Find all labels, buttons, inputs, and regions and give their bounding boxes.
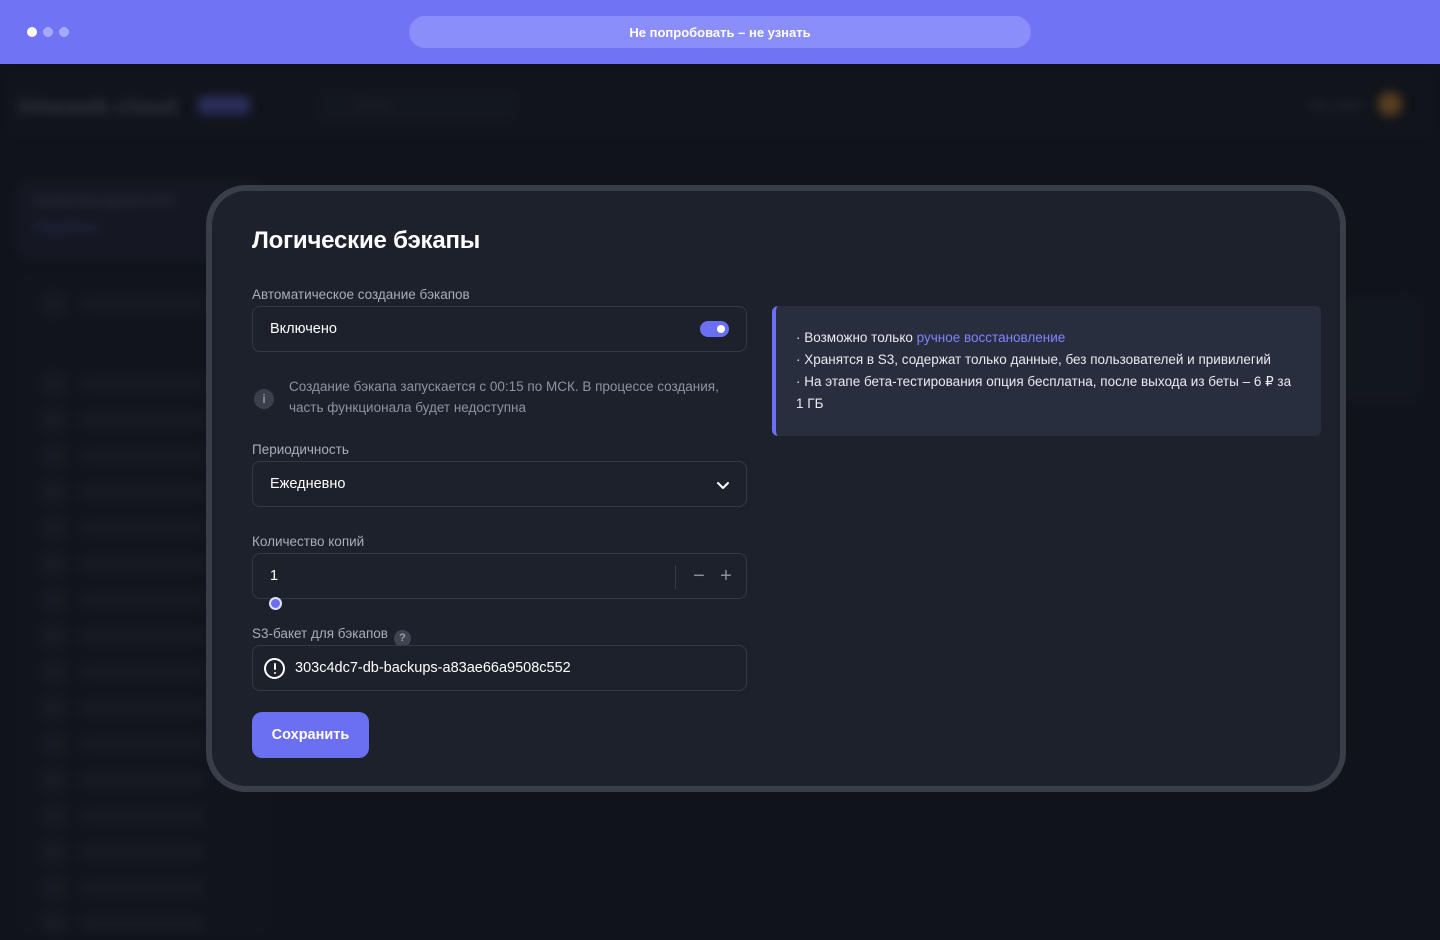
modal-frame: Логические бэкапы Автоматическое создани… bbox=[206, 185, 1346, 792]
window-dot-icon[interactable] bbox=[59, 27, 69, 37]
toggle-knob bbox=[717, 325, 725, 333]
bucket-label-text: S3-бакет для бэкапов bbox=[252, 626, 388, 641]
address-bar[interactable]: Не попробовать – не узнать bbox=[409, 16, 1031, 48]
window-dot-icon[interactable] bbox=[27, 27, 37, 37]
note-line: · Хранятся в S3, содержат только данные,… bbox=[796, 352, 1271, 367]
pointer-indicator bbox=[269, 597, 282, 610]
warning-circle-icon bbox=[264, 658, 285, 679]
bucket-value: 303c4dc7-db-backups-a83ae66a9508c552 bbox=[295, 660, 571, 676]
modal-title: Логические бэкапы bbox=[252, 227, 481, 254]
browser-toolbar: Не попробовать – не узнать bbox=[0, 0, 1440, 64]
note-line-prefix: · Возможно только bbox=[796, 330, 917, 345]
periodicity-select[interactable]: Ежедневно bbox=[252, 461, 747, 507]
manual-restore-link[interactable]: ручное восстановление bbox=[917, 330, 1066, 345]
backup-info-text: Создание бэкапа запускается с 00:15 по М… bbox=[289, 379, 719, 415]
chevron-down-icon bbox=[717, 482, 729, 489]
auto-backup-toggle[interactable] bbox=[700, 321, 729, 337]
note-line: · Возможно только ручное восстановление bbox=[796, 327, 1301, 349]
periodicity-value: Ежедневно bbox=[270, 476, 346, 492]
plus-icon[interactable]: + bbox=[716, 566, 736, 586]
info-icon: i bbox=[254, 389, 274, 409]
save-button[interactable]: Сохранить bbox=[252, 712, 369, 758]
auto-backup-label: Автоматическое создание бэкапов bbox=[252, 287, 470, 302]
copies-value[interactable]: 1 bbox=[270, 568, 278, 584]
bucket-field[interactable]: 303c4dc7-db-backups-a83ae66a9508c552 bbox=[252, 645, 747, 691]
window-controls bbox=[27, 27, 69, 37]
note-line: · На этапе бета-тестирования опция беспл… bbox=[796, 374, 1292, 411]
periodicity-label: Периодичность bbox=[252, 442, 349, 457]
copies-stepper: 1 − + bbox=[252, 553, 747, 599]
copies-label: Количество копий bbox=[252, 534, 365, 549]
address-bar-text: Не попробовать – не узнать bbox=[629, 24, 811, 40]
stepper-divider bbox=[675, 565, 676, 589]
logical-backups-modal: Логические бэкапы Автоматическое создани… bbox=[212, 191, 1340, 786]
backup-notes: · Возможно только ручное восстановление … bbox=[772, 306, 1321, 436]
auto-backup-value: Включено bbox=[270, 321, 337, 337]
minus-icon[interactable]: − bbox=[689, 566, 709, 586]
bucket-label: S3-бакет для бэкапов? bbox=[252, 626, 411, 647]
auto-backup-field[interactable]: Включено bbox=[252, 306, 747, 352]
window-dot-icon[interactable] bbox=[43, 27, 53, 37]
